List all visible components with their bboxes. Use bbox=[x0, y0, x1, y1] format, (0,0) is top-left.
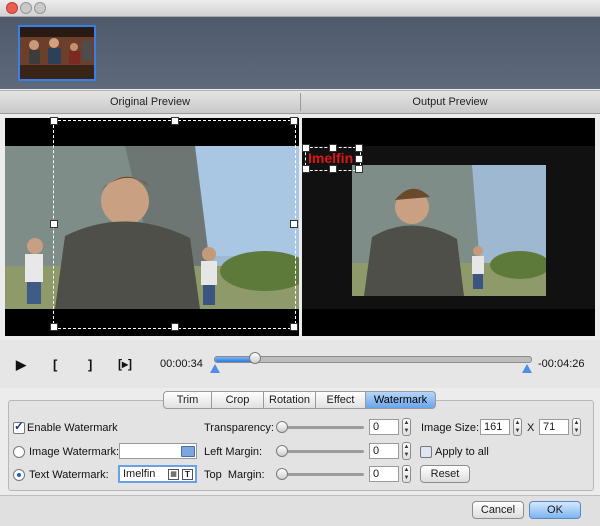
watermark-handle-top-right[interactable] bbox=[355, 144, 363, 152]
image-size-label: Image Size: bbox=[421, 422, 480, 434]
play-button[interactable]: ▶ bbox=[16, 357, 26, 373]
transparency-label: Transparency: bbox=[204, 422, 274, 434]
watermark-overlay-text: Imelfin bbox=[308, 150, 354, 166]
watermark-handle-bottom-right[interactable] bbox=[355, 165, 363, 173]
watermark-handle-bottom-left[interactable] bbox=[302, 165, 310, 173]
tab-crop[interactable]: Crop bbox=[211, 391, 264, 409]
minimize-window-button[interactable] bbox=[20, 2, 32, 14]
text-watermark-label: Text Watermark: bbox=[29, 469, 109, 481]
enable-watermark-checkbox[interactable]: ✓ bbox=[13, 419, 25, 434]
reset-button[interactable]: Reset bbox=[420, 465, 470, 483]
crop-handle-bottom[interactable] bbox=[171, 323, 179, 331]
crop-handle-left[interactable] bbox=[50, 220, 58, 228]
crop-handle-top-right[interactable] bbox=[290, 117, 298, 125]
image-width-stepper[interactable]: ▲ ▼ bbox=[513, 418, 522, 436]
tab-rotation[interactable]: Rotation bbox=[263, 391, 316, 409]
text-icon[interactable]: T bbox=[182, 469, 193, 480]
original-preview-label: Original Preview bbox=[109, 96, 191, 108]
top-margin-stepper[interactable]: ▲ ▼ bbox=[402, 465, 411, 483]
cancel-button[interactable]: Cancel bbox=[472, 501, 524, 519]
text-watermark-radio[interactable] bbox=[13, 469, 25, 481]
current-time: 00:00:34 bbox=[160, 358, 203, 370]
output-video-image bbox=[352, 165, 546, 296]
transparency-slider-knob[interactable] bbox=[276, 421, 288, 433]
next-frame-button[interactable]: [▸] bbox=[118, 357, 132, 371]
mark-in-button[interactable]: [ bbox=[53, 357, 57, 372]
left-margin-label: Left Margin: bbox=[204, 446, 263, 458]
crop-handle-top[interactable] bbox=[171, 117, 179, 125]
image-watermark-radio[interactable] bbox=[13, 446, 25, 458]
left-margin-slider-knob[interactable] bbox=[276, 445, 288, 457]
top-margin-label: Top Margin: bbox=[204, 469, 265, 481]
top-margin-slider-knob[interactable] bbox=[276, 468, 288, 480]
preview-header: Original Preview Output Preview bbox=[0, 90, 600, 114]
timeline-track[interactable] bbox=[214, 356, 532, 363]
mark-out-button[interactable]: ] bbox=[88, 357, 92, 372]
crop-handle-bottom-left[interactable] bbox=[50, 323, 58, 331]
transparency-stepper[interactable]: ▲ ▼ bbox=[402, 418, 411, 436]
watermark-handle-bottom[interactable] bbox=[329, 165, 337, 173]
preview-divider bbox=[300, 93, 301, 111]
close-window-button[interactable] bbox=[6, 2, 18, 14]
image-width-input[interactable]: 161 bbox=[480, 419, 510, 435]
crop-handle-top-left[interactable] bbox=[50, 117, 58, 125]
watermark-handle-top-left[interactable] bbox=[302, 144, 310, 152]
image-height-stepper[interactable]: ▲ ▼ bbox=[572, 418, 581, 436]
crop-handle-bottom-right[interactable] bbox=[290, 323, 298, 331]
font-icon[interactable]: ▦ bbox=[168, 469, 179, 480]
tab-watermark[interactable]: Watermark bbox=[365, 391, 436, 409]
clip-thumbnail-image bbox=[20, 27, 94, 79]
watermark-handle-top[interactable] bbox=[329, 144, 337, 152]
folder-icon[interactable] bbox=[181, 446, 195, 457]
title-bar bbox=[0, 0, 600, 17]
top-margin-slider[interactable] bbox=[278, 473, 364, 476]
left-margin-stepper[interactable]: ▲ ▼ bbox=[402, 442, 411, 460]
tab-effect[interactable]: Effect bbox=[315, 391, 366, 409]
timeline-playhead[interactable] bbox=[249, 352, 262, 364]
remaining-time: -00:04:26 bbox=[538, 358, 585, 370]
crop-handle-right[interactable] bbox=[290, 220, 298, 228]
watermark-handle-right[interactable] bbox=[355, 155, 363, 163]
tab-trim[interactable]: Trim bbox=[163, 391, 212, 409]
size-separator: X bbox=[527, 422, 535, 434]
trim-start-marker-icon[interactable] bbox=[210, 364, 220, 373]
left-margin-input[interactable]: 0 bbox=[369, 443, 399, 459]
clip-thumbnail[interactable] bbox=[18, 25, 96, 81]
apply-to-all-label: Apply to all bbox=[435, 446, 489, 458]
image-height-input[interactable]: 71 bbox=[539, 419, 569, 435]
output-video-frame bbox=[352, 165, 546, 296]
checkmark-icon: ✓ bbox=[14, 419, 25, 433]
output-preview-label: Output Preview bbox=[412, 96, 488, 108]
left-margin-slider[interactable] bbox=[278, 450, 364, 453]
ok-button[interactable]: OK bbox=[529, 501, 581, 519]
crop-selection[interactable] bbox=[50, 117, 298, 331]
apply-to-all-checkbox[interactable] bbox=[420, 446, 432, 458]
image-watermark-label: Image Watermark: bbox=[29, 446, 120, 458]
watermark-overlay[interactable]: Imelfin bbox=[302, 144, 363, 173]
trim-end-marker-icon[interactable] bbox=[522, 364, 532, 373]
zoom-window-button[interactable] bbox=[34, 2, 46, 14]
transparency-slider[interactable] bbox=[278, 426, 364, 429]
transparency-input[interactable]: 0 bbox=[369, 419, 399, 435]
top-margin-input[interactable]: 0 bbox=[369, 466, 399, 482]
text-watermark-value: Imelfin bbox=[123, 468, 156, 480]
enable-watermark-label: Enable Watermark bbox=[27, 422, 118, 434]
output-preview-pane[interactable]: Imelfin bbox=[302, 118, 595, 336]
